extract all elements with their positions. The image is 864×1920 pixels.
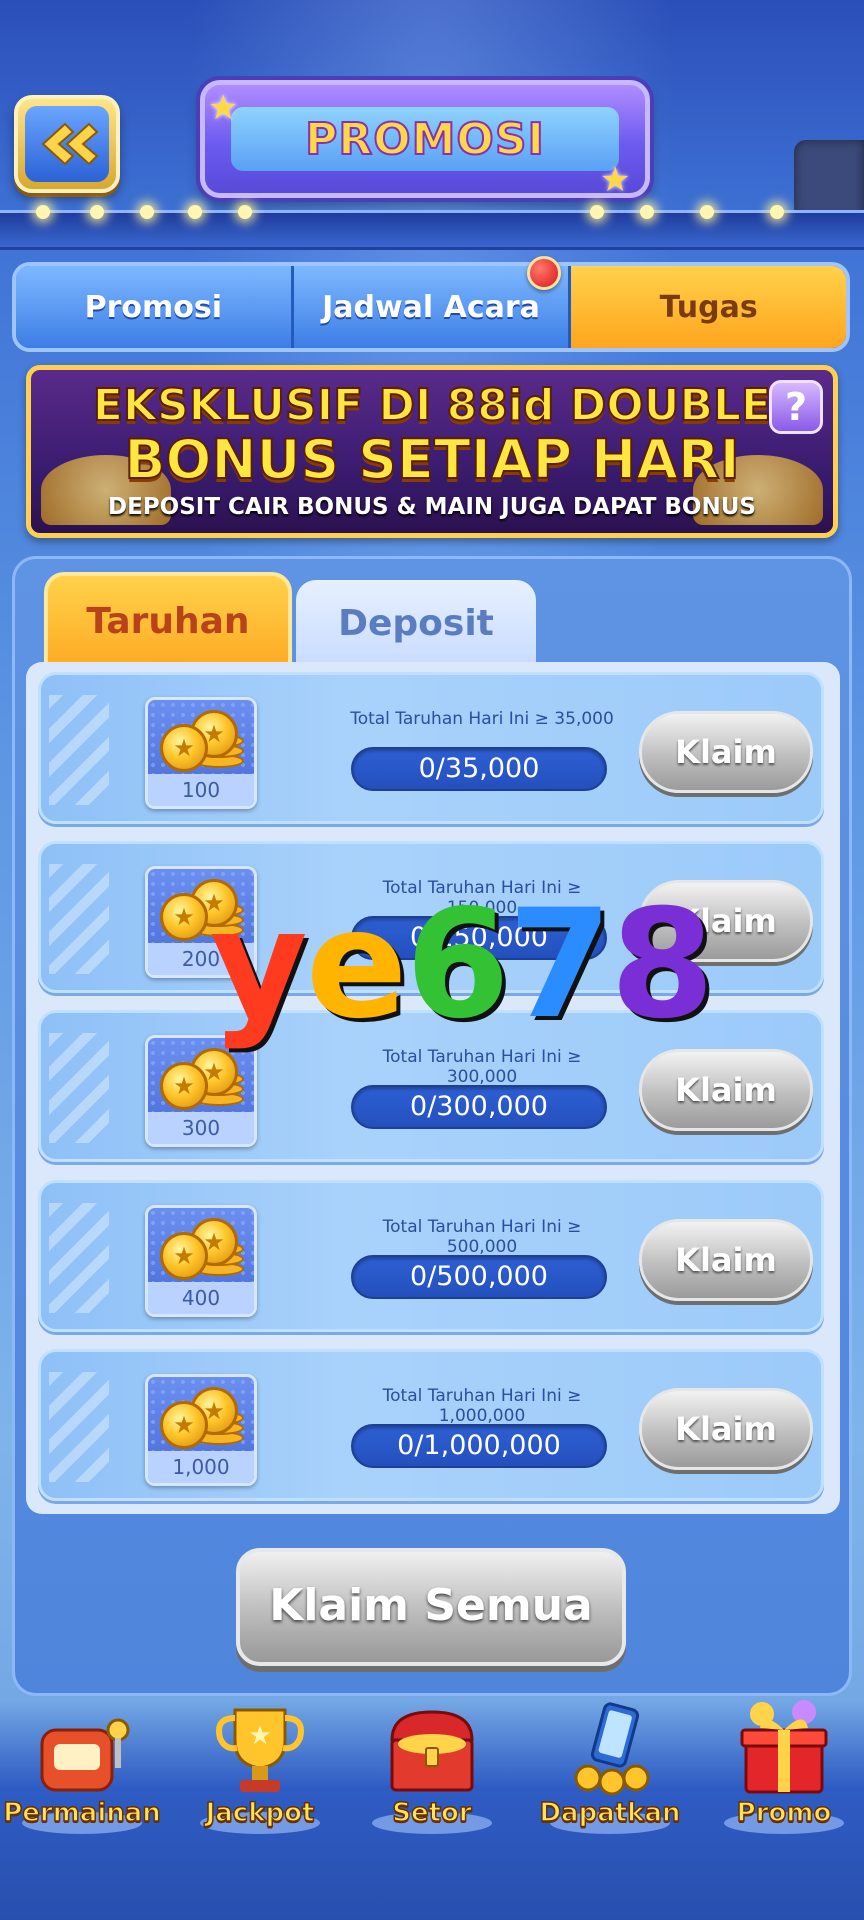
coins-icon: ★ ★ bbox=[160, 1218, 244, 1280]
reward-amount: 1,000 bbox=[148, 1451, 254, 1483]
watermark-char: 8 bbox=[610, 878, 714, 1052]
banner-line2: BONUS SETIAP HARI bbox=[123, 427, 740, 492]
reward-amount: 300 bbox=[148, 1112, 254, 1144]
progress-bar: 0/1,000,000 bbox=[351, 1424, 607, 1468]
phone-coins-icon bbox=[574, 1702, 650, 1796]
klaim-button[interactable]: Klaim bbox=[639, 1049, 813, 1131]
tab-deposit[interactable]: Deposit bbox=[296, 580, 536, 666]
stripe-decoration bbox=[49, 1203, 109, 1313]
coins-icon: ★ ★ bbox=[160, 710, 244, 772]
klaim-button[interactable]: Klaim bbox=[639, 1219, 813, 1301]
coins-icon: ★ ★ bbox=[160, 1387, 244, 1449]
task-requirement: Total Taruhan Hari Ini ≥ 35,000 bbox=[350, 709, 614, 729]
klaim-button[interactable]: Klaim bbox=[639, 1388, 813, 1470]
task-requirement: Total Taruhan Hari Ini ≥ 1,000,000 bbox=[382, 1386, 582, 1426]
double-chevron-left-icon bbox=[41, 122, 99, 166]
gift-box-icon bbox=[740, 1700, 828, 1794]
watermark-char: y bbox=[210, 878, 308, 1052]
page-title: PROMOSI bbox=[304, 113, 545, 166]
title-plate: PROMOSI bbox=[200, 80, 650, 198]
stripe-decoration bbox=[49, 1033, 109, 1143]
banner-line3: DEPOSIT CAIR BONUS & MAIN JUGA DAPAT BON… bbox=[108, 494, 756, 520]
top-tabs: Promosi Jadwal Acara Tugas bbox=[12, 262, 850, 352]
nav-permainan[interactable]: Permainan bbox=[2, 1700, 162, 1840]
task-requirement: Total Taruhan Hari Ini ≥ 500,000 bbox=[382, 1217, 582, 1257]
nav-promo[interactable]: Promo bbox=[704, 1700, 864, 1840]
stripe-decoration bbox=[49, 1372, 109, 1482]
lights-bar bbox=[0, 205, 864, 250]
nav-setor[interactable]: Setor bbox=[352, 1700, 512, 1840]
nav-jackpot[interactable]: ★ Jackpot bbox=[180, 1700, 340, 1840]
claim-all-button[interactable]: Klaim Semua bbox=[236, 1548, 626, 1666]
watermark-char: 7 bbox=[507, 878, 612, 1052]
reward-card: ★ ★ 1,000 bbox=[145, 1374, 257, 1486]
nav-dapatkan[interactable]: Dapatkan bbox=[530, 1700, 690, 1840]
stripe-decoration bbox=[49, 695, 109, 805]
task-row: ★ ★ 400 Total Taruhan Hari Ini ≥ 500,000 0/5… bbox=[38, 1180, 824, 1332]
nav-label: Setor bbox=[392, 1797, 473, 1829]
star-icon: ★ bbox=[600, 160, 631, 200]
coins-icon: ★ ★ bbox=[160, 1048, 244, 1110]
treasure-chest-icon bbox=[390, 1710, 474, 1792]
watermark-char: e bbox=[305, 878, 408, 1052]
stripe-decoration bbox=[49, 864, 109, 974]
nav-label: Permainan bbox=[2, 1797, 161, 1829]
tab-taruhan[interactable]: Taruhan bbox=[44, 572, 292, 666]
tab-promosi[interactable]: Promosi bbox=[16, 266, 294, 348]
watermark-char: 6 bbox=[405, 878, 510, 1052]
back-button[interactable] bbox=[14, 95, 120, 193]
task-row: ★ ★ 1,000 Total Taruhan Hari Ini ≥ 1,000,00… bbox=[38, 1349, 824, 1501]
help-icon[interactable]: ? bbox=[769, 380, 823, 434]
nav-label: Dapatkan bbox=[539, 1797, 682, 1829]
spotlight-decoration bbox=[794, 140, 864, 220]
banner-line1: EKSKLUSIF DI 88id DOUBLE bbox=[92, 379, 772, 432]
task-requirement: Total Taruhan Hari Ini ≥ 300,000 bbox=[382, 1047, 582, 1087]
task-row: ★ ★ 100 Total Taruhan Hari Ini ≥ 35,000 0/35… bbox=[38, 672, 824, 824]
reward-amount: 100 bbox=[148, 774, 254, 806]
promo-banner[interactable]: EKSKLUSIF DI 88id DOUBLE BONUS SETIAP HA… bbox=[26, 365, 838, 538]
progress-bar: 0/500,000 bbox=[351, 1255, 607, 1299]
reward-card: ★ ★ 100 bbox=[145, 697, 257, 809]
nav-label: Jackpot bbox=[205, 1797, 315, 1829]
klaim-button[interactable]: Klaim bbox=[639, 711, 813, 793]
slot-machine-icon bbox=[40, 1718, 130, 1792]
svg-text:★: ★ bbox=[248, 1721, 271, 1751]
progress-bar: 0/300,000 bbox=[351, 1085, 607, 1129]
star-icon: ★ bbox=[208, 88, 239, 128]
reward-amount: 400 bbox=[148, 1282, 254, 1314]
trophy-icon: ★ bbox=[216, 1708, 304, 1792]
progress-bar: 0/35,000 bbox=[351, 747, 607, 791]
notification-dot bbox=[527, 256, 561, 290]
tab-tugas[interactable]: Tugas bbox=[571, 266, 846, 348]
watermark: ye678 bbox=[210, 878, 715, 1052]
reward-card: ★ ★ 400 bbox=[145, 1205, 257, 1317]
nav-label: Promo bbox=[736, 1797, 832, 1829]
